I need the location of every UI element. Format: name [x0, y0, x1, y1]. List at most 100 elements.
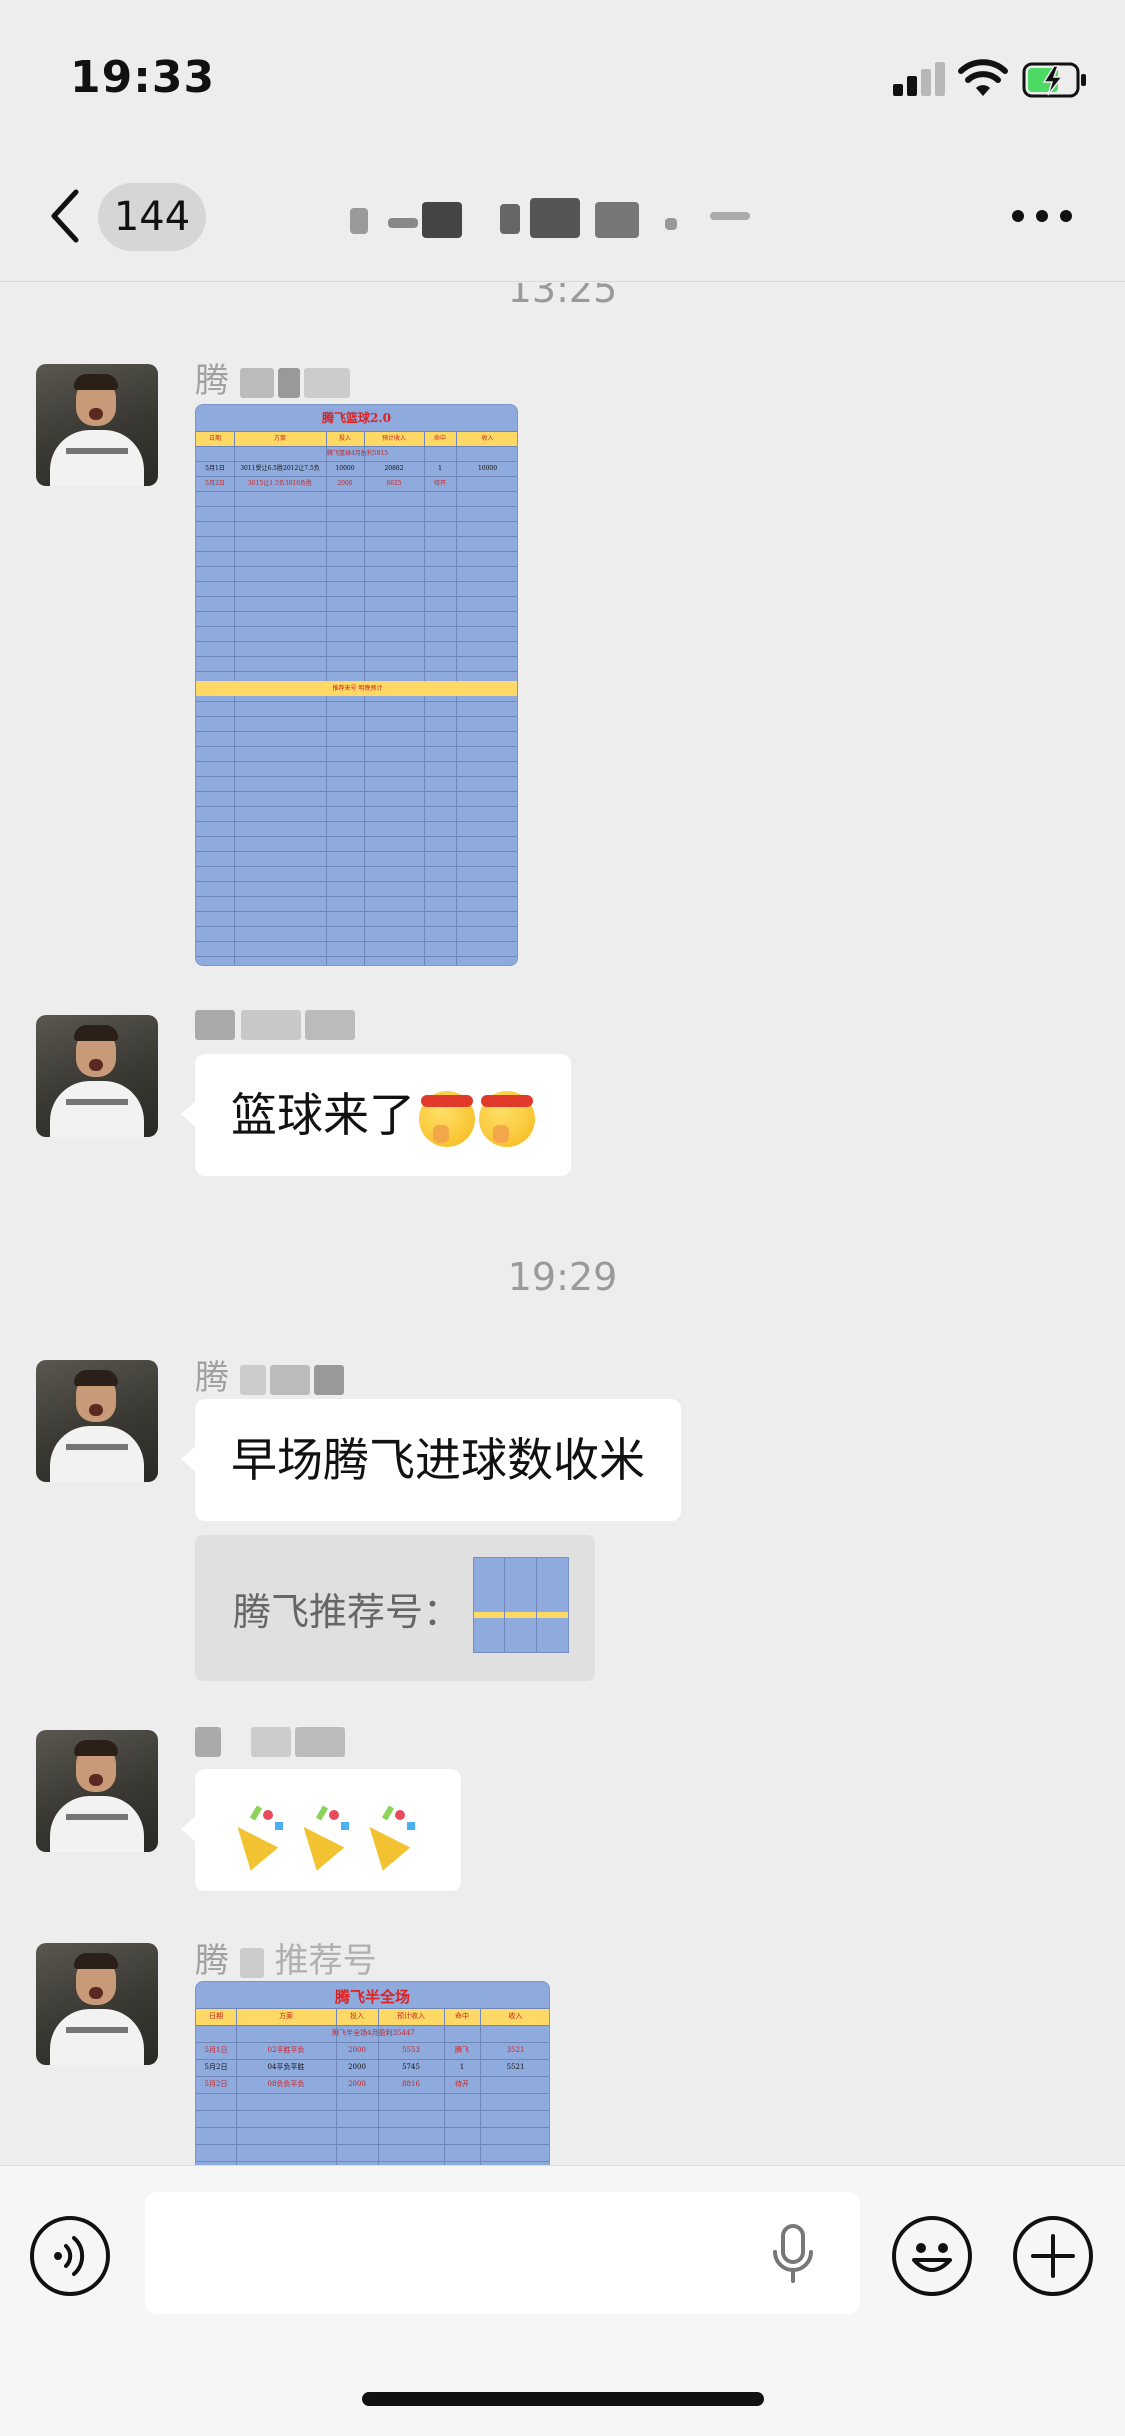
sheet-grid-line: [196, 866, 517, 867]
sheet-data-cell: 3011受让6.5胜2012让7.5负: [240, 465, 320, 472]
sheet-grid-line: [196, 776, 517, 777]
sheet-grid-line: [196, 671, 517, 672]
sheet-header-cell: 日期: [209, 2012, 223, 2020]
sheet-data-cell: 10000: [335, 465, 355, 472]
sheet-grid-line: [196, 911, 517, 912]
sender-name: [195, 1720, 345, 1760]
chat-header: 144: [0, 150, 1125, 282]
sheet-grid-line: [196, 2025, 549, 2026]
message-list[interactable]: 13:25 腾 腾飞篮球2.0 日期 方案 投入 预计收入 命中 收入 腾飞篮球4月盈利581…: [0, 283, 1125, 2165]
sheet-data-cell: 5月2日: [204, 2080, 228, 2088]
sheet-grid-line: [196, 446, 517, 447]
sheet-grid-line: [234, 431, 235, 965]
emoji-message-bubble[interactable]: [181, 1769, 461, 1891]
sheet-data-cell: 04平负平胜: [267, 2063, 305, 2071]
sender-avatar[interactable]: [36, 1730, 158, 1852]
sheet-title: 腾飞半全场: [334, 1988, 410, 2006]
sheet-grid-line: [196, 611, 517, 612]
sheet-data-cell: 腾飞: [455, 2046, 469, 2054]
plus-icon[interactable]: [1013, 2216, 1093, 2296]
sheet-data-cell: 10000: [477, 465, 498, 472]
sheet-grid-line: [196, 881, 517, 882]
quoted-text: 腾飞推荐号：: [233, 1590, 462, 1634]
party-popper-emoji-icon: [289, 1804, 355, 1871]
sheet-grid-line: [236, 2008, 237, 2165]
sheet-grid-line: [196, 2110, 549, 2111]
sheet-data-cell: [456, 476, 517, 491]
unread-count-badge[interactable]: 144: [98, 183, 206, 251]
sheet-header-cell: 日期: [208, 435, 221, 442]
sheet-header-cell: 方案: [273, 435, 286, 442]
sender-avatar[interactable]: [36, 1015, 158, 1137]
sheet-grid-line: [196, 716, 517, 717]
sender-name: 腾 推荐号: [195, 1941, 377, 1981]
quoted-image-thumbnail: [473, 1557, 569, 1653]
sheet-grid-line: [196, 656, 517, 657]
sheet-grid-line: [378, 2008, 379, 2165]
sheet-header-cell: 命中: [455, 2012, 469, 2020]
sheet-grid-line: [196, 476, 517, 477]
chat-title-obscured: [330, 188, 810, 248]
sheet-data-cell: 5月1日: [204, 2046, 228, 2054]
input-bar: [0, 2165, 1125, 2436]
sheet-grid-line: [196, 836, 517, 837]
sheet-grid-line: [196, 731, 517, 732]
party-popper-emoji-icon: [355, 1804, 421, 1871]
sheet-header-cell: 方案: [279, 2012, 293, 2020]
sheet-grid-line: [196, 2076, 549, 2077]
sheet-grid-line: [480, 2008, 481, 2165]
sheet-data-cell: 5521: [506, 2063, 525, 2071]
sheet-data-cell: 2000: [348, 2080, 366, 2088]
spreadsheet-image-half-full[interactable]: 腾飞半全场 日期 方案 投入 预计收入 命中 收入 腾飞半全场4月盈利35447 5月1日 02平…: [195, 1981, 550, 2165]
cellular-signal-icon: [893, 62, 945, 96]
chevron-left-icon[interactable]: [44, 186, 84, 246]
sheet-data-cell: [480, 2076, 549, 2093]
sheet-header-cell: 收入: [508, 2012, 523, 2020]
sheet-grid-line: [196, 2161, 549, 2162]
sheet-grid-line: [196, 2008, 549, 2009]
sender-name: 腾: [195, 1350, 344, 1399]
sheet-grid-line: [196, 851, 517, 852]
sheet-grid-line: [196, 491, 517, 492]
shushing-face-emoji-icon: [479, 1090, 535, 1147]
text-message-bubble[interactable]: 早场腾飞进球数收米: [181, 1399, 681, 1521]
sheet-grid-line: [196, 536, 517, 537]
sheet-grid-line: [196, 506, 517, 507]
sheet-header-cell: 投入: [350, 2012, 364, 2020]
sheet-data-cell: 5553: [402, 2046, 420, 2054]
sheet-grid-line: [196, 2144, 549, 2145]
quoted-message-card[interactable]: 腾飞推荐号：: [195, 1535, 595, 1681]
sheet-grid-line: [456, 431, 457, 965]
sheet-data-cell: 3015让1.5负3016负胜: [247, 480, 313, 487]
sheet-header-cell: 预计收入: [397, 2012, 425, 2020]
sheet-data-cell: 2000: [348, 2063, 366, 2071]
sheet-grid-line: [196, 2042, 549, 2043]
text-message-bubble[interactable]: 篮球来了: [181, 1054, 571, 1176]
sender-avatar[interactable]: [36, 1943, 158, 2065]
sender-avatar[interactable]: [36, 1360, 158, 1482]
status-time: 19:33: [70, 52, 216, 103]
sheet-grid-line: [196, 956, 517, 957]
sheet-data-cell: 待开: [455, 2080, 469, 2088]
sheet-header-cell: 命中: [433, 435, 446, 442]
voice-icon[interactable]: [30, 2216, 110, 2296]
spreadsheet-image-basketball[interactable]: 腾飞篮球2.0 日期 方案 投入 预计收入 命中 收入 腾飞篮球4月盈利5815 5月1日 301…: [195, 404, 518, 966]
sheet-grid-line: [196, 551, 517, 552]
smiley-icon[interactable]: [892, 2216, 972, 2296]
more-dots-icon[interactable]: [1012, 208, 1072, 224]
home-indicator: [362, 2392, 764, 2406]
sender-name: 腾: [195, 353, 350, 402]
sheet-grid-line: [196, 806, 517, 807]
sheet-data-cell: 5月1日: [205, 465, 225, 472]
sheet-grid-line: [326, 431, 327, 965]
sheet-header-cell: 投入: [338, 435, 351, 442]
sheet-data-cell: 2000: [348, 2046, 366, 2054]
microphone-icon[interactable]: [770, 2224, 816, 2284]
message-input[interactable]: [145, 2192, 860, 2314]
sheet-data-cell: 1: [459, 2063, 465, 2071]
message-text: 早场腾飞进球数收米: [231, 1433, 645, 1487]
sheet-header-cell: 收入: [481, 435, 494, 442]
sheet-grid-line: [196, 431, 517, 432]
sheet-grid-line: [196, 821, 517, 822]
sender-avatar[interactable]: [36, 364, 158, 486]
